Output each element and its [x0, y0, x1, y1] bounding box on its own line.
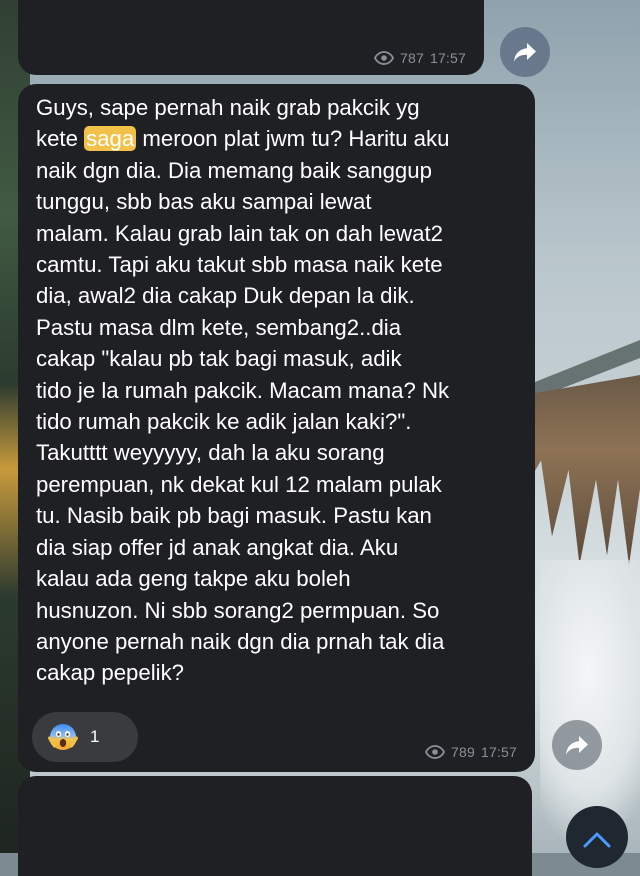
scroll-to-bottom-button[interactable]	[566, 806, 628, 868]
forward-button[interactable]	[552, 720, 602, 770]
forward-button[interactable]	[500, 27, 550, 77]
message-meta: 787 17:57	[374, 50, 466, 66]
message-bubble[interactable]: Guys, sape pernah naik grab pakcik yg ke…	[18, 84, 535, 772]
highlighted-word: saga	[84, 126, 137, 152]
message-bubble-previous[interactable]: 787 17:57	[18, 0, 484, 75]
eye-icon	[425, 745, 445, 759]
chevron-up-icon	[583, 832, 611, 848]
reaction-chip[interactable]: 1	[32, 712, 138, 762]
eye-icon	[374, 51, 394, 65]
face-screaming-in-fear-icon	[48, 724, 78, 750]
message-text: Guys, sape pernah naik grab pakcik yg ke…	[36, 92, 522, 689]
wallpaper-cloud	[540, 560, 640, 840]
message-time: 17:57	[480, 744, 517, 760]
forward-arrow-icon	[514, 43, 536, 62]
view-count: 789	[450, 744, 475, 760]
message-text-part: meroon plat jwm tu? Haritu aku naik dgn …	[36, 126, 450, 686]
message-bubble-next[interactable]	[18, 776, 532, 876]
forward-arrow-icon	[566, 736, 588, 755]
message-meta: 789 17:57	[425, 744, 517, 760]
view-count: 787	[399, 50, 424, 66]
message-time: 17:57	[429, 50, 466, 66]
reaction-count: 1	[90, 727, 100, 746]
